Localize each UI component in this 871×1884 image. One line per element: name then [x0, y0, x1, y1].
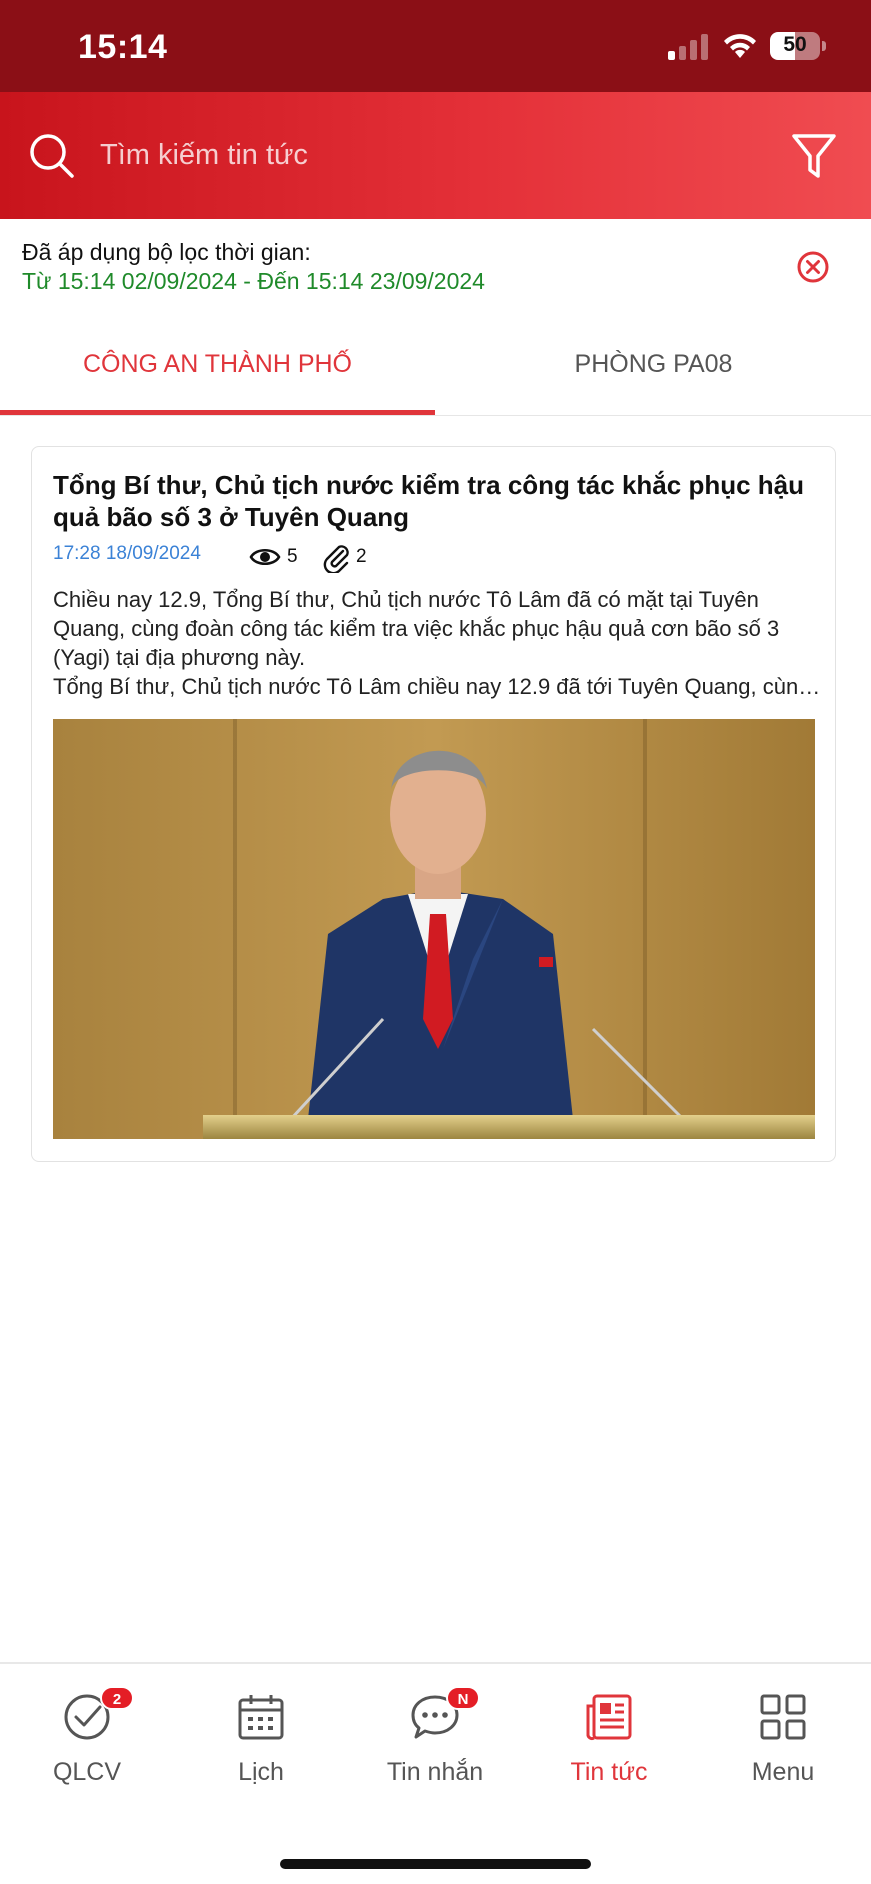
filter-notice: Đã áp dụng bộ lọc thời gian: Từ 15:14 02…	[0, 219, 871, 309]
nav-item-tin-nhan[interactable]: N Tin nhắn	[348, 1664, 522, 1804]
wifi-icon	[724, 34, 756, 58]
tin-nhan-badge: N	[446, 1686, 480, 1710]
filter-label: Đã áp dụng bộ lọc thời gian:	[22, 239, 311, 265]
nav-label-tin-tuc: Tin tức	[570, 1758, 648, 1786]
nav-label-menu: Menu	[751, 1758, 815, 1786]
tab-phong-pa08[interactable]: PHÒNG PA08	[436, 318, 871, 416]
nav-item-menu[interactable]: Menu	[696, 1664, 870, 1804]
nav-item-lich[interactable]: Lịch	[174, 1664, 348, 1804]
qlcv-badge: 2	[100, 1686, 134, 1710]
news-image[interactable]	[53, 719, 815, 1139]
view-count: 5	[287, 546, 298, 567]
calendar-icon	[238, 1695, 284, 1740]
cellular-signal-icon	[668, 34, 708, 60]
news-title[interactable]: Tổng Bí thư, Chủ tịch nước kiểm tra công…	[53, 469, 823, 533]
home-indicator[interactable]	[280, 1859, 591, 1869]
battery-level: 50	[783, 33, 807, 56]
news-summary: Chiều nay 12.9, Tổng Bí thư, Chủ tịch nư…	[53, 587, 780, 670]
filter-icon[interactable]	[790, 132, 838, 182]
news-summary-continued: Tổng Bí thư, Chủ tịch nước Tô Lâm chiều …	[53, 674, 823, 699]
nav-label-tin-nhan: Tin nhắn	[386, 1758, 484, 1786]
status-bar: 15:14 50	[0, 0, 871, 92]
paperclip-icon	[323, 545, 349, 573]
active-tab-indicator	[0, 410, 435, 415]
grid-icon	[760, 1694, 806, 1740]
nav-item-qlcv[interactable]: 2 QLCV	[0, 1664, 174, 1804]
news-card[interactable]: Tổng Bí thư, Chủ tịch nước kiểm tra công…	[31, 446, 836, 1162]
news-meta: 17:28 18/09/2024 5 2	[53, 543, 823, 573]
close-circle-icon[interactable]	[795, 249, 831, 285]
bottom-navigation: 2 QLCV Lịch N Tin nhắn Tin tức Menu	[0, 1662, 871, 1884]
eye-icon	[249, 548, 281, 566]
nav-label-lich: Lịch	[238, 1758, 284, 1786]
news-datetime: 17:28 18/09/2024	[53, 543, 201, 564]
tab-bar: CÔNG AN THÀNH PHỐ PHÒNG PA08	[0, 318, 871, 416]
nav-label-qlcv: QLCV	[52, 1758, 122, 1786]
newspaper-icon	[586, 1694, 632, 1741]
status-time: 15:14	[78, 28, 168, 66]
search-input[interactable]	[100, 122, 760, 188]
search-bar	[0, 92, 871, 219]
attachment-count: 2	[356, 546, 367, 567]
nav-item-tin-tuc[interactable]: Tin tức	[522, 1664, 696, 1804]
search-icon[interactable]	[28, 132, 76, 180]
tab-cong-an-thanh-pho[interactable]: CÔNG AN THÀNH PHỐ	[0, 318, 435, 416]
filter-range: Từ 15:14 02/09/2024 - Đến 15:14 23/09/20…	[22, 268, 485, 294]
battery-icon: 50	[770, 32, 826, 60]
